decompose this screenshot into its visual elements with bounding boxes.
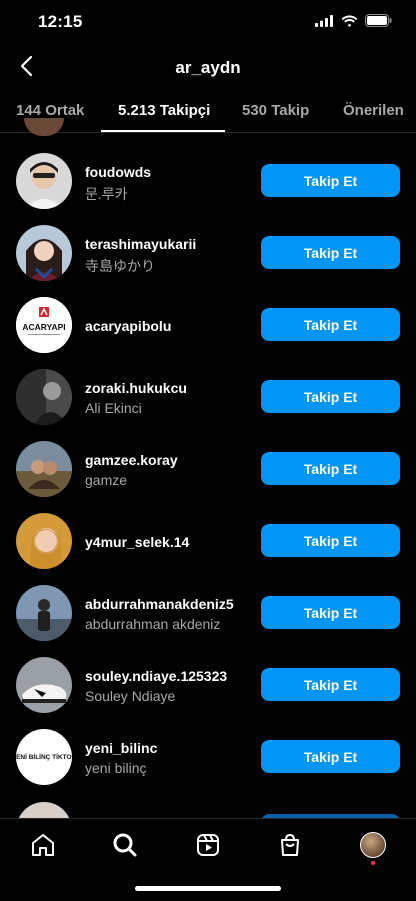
header: ar_aydn xyxy=(0,44,416,92)
tab-following[interactable]: 530 Takip xyxy=(242,102,309,119)
follow-button[interactable]: Takip Et xyxy=(261,380,400,413)
svg-text:ACARYAPI: ACARYAPI xyxy=(22,322,65,332)
follow-button[interactable]: Takip Et xyxy=(261,452,400,485)
tab-bar: 144 Ortak 5.213 Takipçi 530 Takip Öneril… xyxy=(0,92,416,133)
active-tab-indicator xyxy=(101,130,225,132)
nav-home[interactable] xyxy=(27,829,59,861)
follow-button[interactable]: Takip Et xyxy=(261,236,400,269)
status-bar: 12:15 xyxy=(0,0,416,44)
username[interactable]: terashimayukarii xyxy=(85,236,196,252)
fullname: abdurrahman akdeniz xyxy=(85,616,221,632)
list-item[interactable]: terashimayukarii 寺島ゆかり Takip Et xyxy=(0,217,416,289)
signal-icon xyxy=(315,14,333,27)
nav-shop[interactable] xyxy=(274,829,306,861)
fullname: yeni bilinç xyxy=(85,760,147,776)
avatar[interactable] xyxy=(16,802,72,818)
fullname: Ali Ekinci xyxy=(85,400,142,416)
avatar[interactable] xyxy=(16,657,72,713)
status-time: 12:15 xyxy=(38,12,83,31)
reels-icon xyxy=(197,834,219,856)
avatar[interactable] xyxy=(24,118,64,136)
avatar[interactable]: ACARYAPI xyxy=(16,297,72,353)
list-item[interactable]: zoraki.hukukcu Ali Ekinci Takip Et xyxy=(0,361,416,433)
username[interactable]: y4mur_selek.14 xyxy=(85,534,189,550)
search-icon xyxy=(113,833,137,857)
page-title: ar_aydn xyxy=(175,58,241,77)
follow-button[interactable]: Takip Et xyxy=(261,164,400,197)
wifi-icon xyxy=(341,15,358,27)
username[interactable]: zoraki.hukukcu xyxy=(85,380,187,396)
list-item[interactable]: souley.ndiaye.125323 Souley Ndiaye Takip… xyxy=(0,649,416,721)
avatar[interactable] xyxy=(16,441,72,497)
follow-button[interactable]: Takip Et xyxy=(261,308,400,341)
username[interactable]: gamzee.koray xyxy=(85,452,178,468)
profile-avatar xyxy=(360,832,386,858)
nav-search[interactable] xyxy=(109,829,141,861)
list-item[interactable]: foudowds 문.루카 Takip Et xyxy=(0,145,416,217)
home-indicator xyxy=(135,886,281,891)
username[interactable]: souley.ndiaye.125323 xyxy=(85,668,227,684)
avatar[interactable] xyxy=(16,153,72,209)
list-item[interactable]: abdurrahmanakdeniz5 abdurrahman akdeniz … xyxy=(0,577,416,649)
avatar[interactable] xyxy=(16,369,72,425)
avatar[interactable] xyxy=(16,585,72,641)
nav-profile[interactable] xyxy=(357,829,389,865)
notification-dot xyxy=(371,861,375,865)
tab-mutual[interactable]: 144 Ortak xyxy=(16,102,84,119)
username[interactable]: abdurrahmanakdeniz5 xyxy=(85,596,234,612)
tab-suggested[interactable]: Önerilen xyxy=(343,102,404,119)
svg-text:YENİ BİLİNÇ TİKTOK: YENİ BİLİNÇ TİKTOK xyxy=(16,753,72,761)
username[interactable]: acaryapibolu xyxy=(85,318,171,334)
list-item[interactable]: ACARYAPI acaryapibolu Takip Et xyxy=(0,289,416,361)
list-item[interactable]: YENİ BİLİNÇ TİKTOK yeni_bilinc yeni bili… xyxy=(0,721,416,793)
follow-button[interactable]: Takip Et xyxy=(261,596,400,629)
follow-button[interactable]: Takip Et xyxy=(261,740,400,773)
username[interactable]: yeni_bilinc xyxy=(85,740,157,756)
status-icons xyxy=(315,14,392,27)
avatar[interactable] xyxy=(16,225,72,281)
fullname: Souley Ndiaye xyxy=(85,688,176,704)
fullname: 寺島ゆかり xyxy=(85,258,155,274)
list-item[interactable]: y4mur_selek.14 Takip Et xyxy=(0,505,416,577)
username[interactable]: foudowds xyxy=(85,164,151,180)
follow-button[interactable]: Takip Et xyxy=(261,524,400,557)
home-icon xyxy=(32,834,54,856)
list-item[interactable] xyxy=(0,802,416,818)
shop-icon xyxy=(281,833,299,856)
list-item[interactable]: gamzee.koray gamze Takip Et xyxy=(0,433,416,505)
fullname: 문.루카 xyxy=(85,186,128,202)
follow-button[interactable]: Takip Et xyxy=(261,668,400,701)
battery-icon xyxy=(365,14,392,27)
nav-reels[interactable] xyxy=(192,829,224,861)
tab-followers[interactable]: 5.213 Takipçi xyxy=(118,102,210,119)
avatar[interactable]: YENİ BİLİNÇ TİKTOK xyxy=(16,729,72,785)
fullname: gamze xyxy=(85,472,128,488)
avatar[interactable] xyxy=(16,513,72,569)
